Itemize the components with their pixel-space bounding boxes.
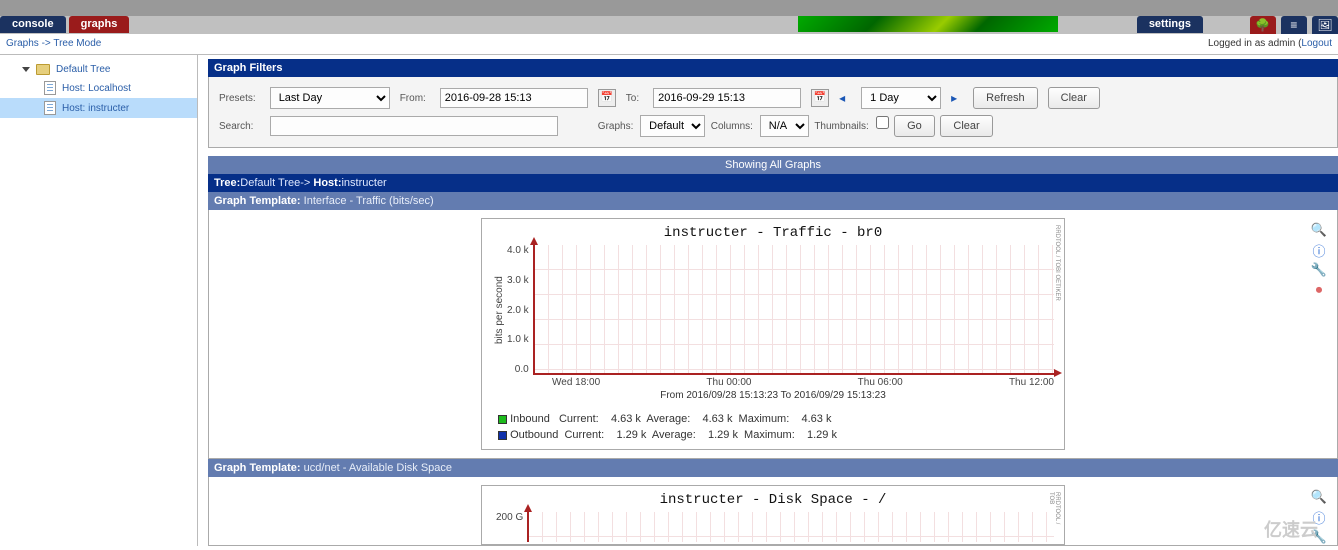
graphs-label: Graphs:: [598, 121, 638, 132]
legend-inbound-swatch: [498, 415, 507, 424]
y-axis-label: bits per second: [492, 245, 507, 375]
clear-button[interactable]: Clear: [1048, 87, 1100, 109]
tree-root-label: Default Tree: [56, 64, 110, 75]
template-bar-1: Graph Template: Interface - Traffic (bit…: [208, 192, 1338, 210]
template-bar-2: Graph Template: ucd/net - Available Disk…: [208, 459, 1338, 477]
graph-filters: Presets: Last Day From: 📅 To: 📅 1 Day Re…: [208, 77, 1338, 148]
login-prefix: Logged in as: [1208, 38, 1268, 49]
from-input[interactable]: [440, 88, 588, 108]
columns-select[interactable]: N/A: [760, 115, 809, 137]
breadcrumb: Graphs -> Tree Mode Logged in as admin (…: [0, 35, 1338, 55]
x-ticks: Wed 18:00 Thu 00:00 Thu 06:00 Thu 12:00: [492, 375, 1054, 388]
filters-header: Graph Filters: [208, 59, 1338, 77]
rrdgraph-traffic: RRDTOOL / TOBI OETIKER instructer - Traf…: [481, 218, 1065, 450]
list-view-icon[interactable]: ≡: [1281, 16, 1307, 34]
to-input[interactable]: [653, 88, 801, 108]
presets-label: Presets:: [219, 93, 260, 104]
tree-view-icon[interactable]: 🌳: [1250, 16, 1276, 34]
csv-icon[interactable]: ⓘ: [1311, 242, 1327, 258]
tab-graphs[interactable]: graphs: [69, 16, 130, 33]
to-calendar-icon[interactable]: 📅: [811, 89, 829, 107]
zoom-icon[interactable]: 🔍: [1311, 222, 1327, 238]
banner-decor: [798, 16, 1058, 32]
chevron-down-icon: [22, 67, 30, 72]
folder-icon: [36, 64, 50, 75]
zoom-icon[interactable]: 🔍: [1311, 489, 1327, 505]
tree-item-label: Host: instructer: [62, 103, 129, 114]
tab-bar: console graphs settings 🌳 ≡ 🖼: [0, 16, 1338, 35]
x-arrow-icon: [1054, 369, 1062, 377]
to-label: To:: [626, 93, 643, 104]
tree-item-label: Host: Localhost: [62, 83, 131, 94]
logout-link[interactable]: Logout: [1301, 38, 1332, 49]
graph-panel-1: 🔍 ⓘ 🔧 ⏺ RRDTOOL / TOBI OETIKER instructe…: [208, 210, 1338, 459]
tab-console[interactable]: console: [0, 16, 66, 33]
showing-bar: Showing All Graphs: [208, 156, 1338, 174]
thumbnails-label: Thumbnails:: [814, 121, 872, 132]
shift-right-icon[interactable]: [951, 91, 963, 105]
tab-settings[interactable]: settings: [1137, 16, 1203, 33]
go-button[interactable]: Go: [894, 115, 935, 137]
presets-select[interactable]: Last Day: [270, 87, 390, 109]
timespan-select[interactable]: 1 Day: [861, 87, 941, 109]
plot-area: [533, 245, 1054, 375]
tree-item-localhost[interactable]: Host: Localhost: [0, 78, 197, 98]
y-ticks: 200 G: [496, 512, 527, 542]
wrench-icon[interactable]: 🔧: [1311, 262, 1327, 278]
rrdgraph-disk: RRDTOOL / TOB instructer - Disk Space - …: [481, 485, 1065, 545]
graph-title: instructer - Traffic - br0: [492, 225, 1054, 245]
graph-panel-2: 🔍 ⓘ 🔧 RRDTOOL / TOB instructer - Disk Sp…: [208, 477, 1338, 546]
graphs-select[interactable]: Default: [640, 115, 705, 137]
search-label: Search:: [219, 121, 257, 132]
breadcrumb-graphs[interactable]: Graphs: [6, 38, 39, 49]
plot-area: [527, 512, 1054, 542]
legend-outbound-swatch: [498, 431, 507, 440]
refresh-button[interactable]: Refresh: [973, 87, 1038, 109]
legend: Inbound Current: 4.63 k Average: 4.63 k …: [492, 401, 1054, 443]
y-arrow-icon: [524, 504, 532, 512]
tree-sidebar: Default Tree Host: Localhost Host: instr…: [0, 55, 198, 546]
columns-label: Columns:: [711, 121, 757, 132]
watermark: 亿速云: [1264, 516, 1318, 542]
time-range: From 2016/09/28 15:13:23 To 2016/09/29 1…: [492, 388, 1054, 401]
login-user: admin: [1268, 38, 1295, 49]
y-arrow-icon: [530, 237, 538, 245]
main-content: Graph Filters Presets: Last Day From: 📅 …: [198, 55, 1338, 546]
from-calendar-icon[interactable]: 📅: [598, 89, 616, 107]
host-icon: [44, 101, 56, 115]
breadcrumb-rest: -> Tree Mode: [39, 38, 102, 49]
preview-view-icon[interactable]: 🖼: [1312, 16, 1338, 34]
search-input[interactable]: [270, 116, 558, 136]
shift-left-icon[interactable]: [839, 91, 851, 105]
window-titlebar: [0, 0, 1338, 16]
tree-root[interactable]: Default Tree: [0, 61, 197, 78]
realtime-icon[interactable]: ⏺: [1311, 282, 1327, 298]
clear2-button[interactable]: Clear: [940, 115, 992, 137]
from-label: From:: [400, 93, 430, 104]
thumbnails-checkbox[interactable]: [876, 116, 889, 129]
graph-title: instructer - Disk Space - /: [492, 492, 1054, 512]
tree-item-instructer[interactable]: Host: instructer: [0, 98, 197, 118]
y-ticks: 4.0 k 3.0 k 2.0 k 1.0 k 0.0: [507, 245, 533, 375]
host-icon: [44, 81, 56, 95]
path-bar: Tree:Default Tree-> Host:instructer: [208, 174, 1338, 192]
